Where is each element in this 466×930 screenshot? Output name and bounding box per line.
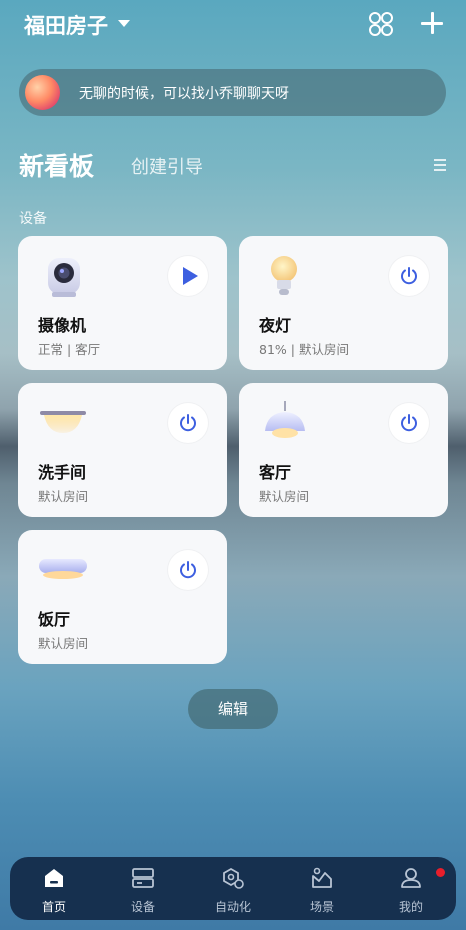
- tab-profile[interactable]: 我的: [375, 857, 447, 920]
- device-name: 饭厅: [38, 610, 71, 629]
- device-card-camera[interactable]: 摄像机 正常 | 客厅: [18, 236, 227, 370]
- tab-label: 我的: [398, 900, 423, 914]
- power-button[interactable]: [168, 550, 208, 590]
- power-button[interactable]: [168, 403, 208, 443]
- tab-automation[interactable]: 自动化: [197, 857, 269, 920]
- tab-label: 自动化: [214, 900, 251, 914]
- power-icon: [180, 414, 196, 432]
- menu-icon[interactable]: [434, 159, 446, 172]
- device-name: 客厅: [259, 463, 292, 482]
- grid-icon[interactable]: [369, 12, 393, 36]
- top-bar: 福田房子: [0, 0, 466, 50]
- tab-scene[interactable]: 场景: [286, 857, 358, 920]
- tab-devices[interactable]: 设备: [107, 857, 179, 920]
- device-card-bathroom[interactable]: 洗手间 默认房间: [18, 383, 227, 517]
- chevron-down-icon[interactable]: [118, 20, 130, 27]
- power-icon: [401, 267, 417, 285]
- board-title[interactable]: 新看板: [19, 147, 94, 183]
- ceiling-light-icon: [39, 559, 87, 579]
- camera-icon: [48, 258, 80, 297]
- ceiling-light-icon: [40, 411, 86, 433]
- profile-icon: [401, 868, 421, 888]
- automation-icon: [223, 867, 244, 889]
- power-button[interactable]: [389, 403, 429, 443]
- create-guide-link[interactable]: 创建引导: [131, 153, 203, 179]
- device-card-living-room[interactable]: 客厅 默认房间: [239, 383, 448, 517]
- power-icon: [401, 414, 417, 432]
- play-button[interactable]: [168, 256, 208, 296]
- add-icon[interactable]: [420, 11, 444, 35]
- notification-badge: [436, 868, 445, 877]
- bulb-icon: [271, 256, 297, 295]
- home-icon: [45, 869, 63, 887]
- edit-button[interactable]: 编辑: [188, 689, 278, 729]
- device-card-dining-room[interactable]: 饭厅 默认房间: [18, 530, 227, 664]
- pendant-lamp-icon: [265, 401, 305, 438]
- section-title: 设备: [19, 211, 47, 227]
- power-icon: [180, 561, 196, 579]
- tab-label: 首页: [41, 900, 66, 914]
- device-status: 默认房间: [38, 636, 89, 651]
- device-status: 默认房间: [259, 489, 310, 504]
- tab-label: 场景: [309, 900, 334, 914]
- device-status: 默认房间: [38, 489, 89, 504]
- scene-icon: [312, 867, 332, 888]
- bottom-tab-bar: 首页 设备 自动化 场景 我的: [10, 857, 456, 920]
- home-selector[interactable]: 福田房子: [24, 10, 108, 40]
- assistant-banner[interactable]: 无聊的时候，可以找小乔聊聊天呀: [19, 69, 446, 116]
- play-icon: [183, 267, 198, 285]
- devices-icon: [132, 868, 154, 888]
- assistant-message: 无聊的时候，可以找小乔聊聊天呀: [79, 86, 289, 102]
- device-status: 正常 | 客厅: [38, 342, 101, 357]
- device-card-night-light[interactable]: 夜灯 81% | 默认房间: [239, 236, 448, 370]
- device-status: 81% | 默认房间: [259, 342, 349, 357]
- power-button[interactable]: [389, 256, 429, 296]
- tab-label: 设备: [130, 900, 155, 914]
- device-name: 夜灯: [259, 316, 292, 335]
- assistant-avatar: [25, 75, 60, 110]
- device-name: 摄像机: [38, 316, 87, 335]
- device-name: 洗手间: [38, 463, 87, 482]
- tab-home[interactable]: 首页: [18, 857, 90, 920]
